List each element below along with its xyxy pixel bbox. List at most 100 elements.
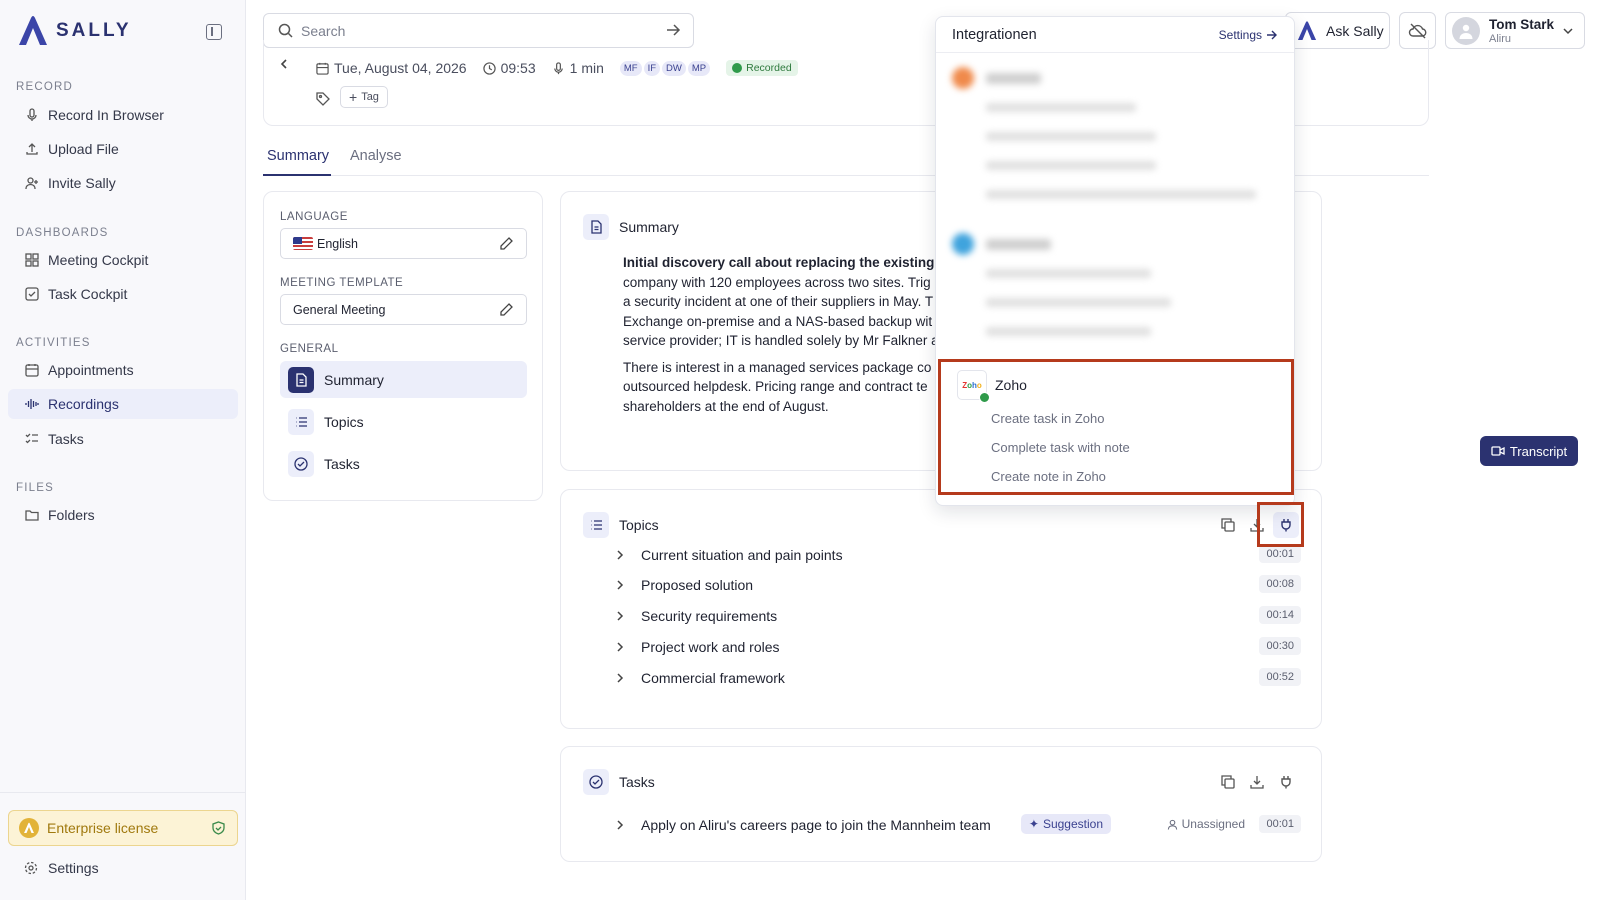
calendar-icon bbox=[316, 62, 329, 75]
meeting-meta: Tue, August 04, 2026 09:53 1 min MF IF D… bbox=[316, 60, 798, 76]
status-text: Recorded bbox=[746, 62, 792, 74]
transcript-button[interactable]: Transcript bbox=[1480, 436, 1578, 466]
sidebar: SALLY RECORD Record In Browser Upload Fi… bbox=[0, 0, 246, 900]
copy-button[interactable] bbox=[1215, 769, 1241, 795]
section-item-tasks[interactable]: Tasks bbox=[280, 445, 527, 482]
tab-analyse[interactable]: Analyse bbox=[350, 148, 402, 164]
timestamp-badge[interactable]: 00:14 bbox=[1259, 606, 1301, 624]
suggestion-badge[interactable]: ✦ Suggestion bbox=[1020, 814, 1111, 834]
app-logo[interactable]: SALLY bbox=[16, 14, 132, 48]
add-tag-button[interactable]: + Tag bbox=[340, 86, 388, 108]
integrations-settings-link[interactable]: Settings bbox=[1219, 28, 1278, 42]
participant-chip[interactable]: MF bbox=[619, 60, 642, 76]
template-select[interactable]: General Meeting bbox=[280, 294, 527, 325]
copy-icon bbox=[1221, 775, 1235, 789]
template-value: General Meeting bbox=[293, 302, 386, 317]
plug-button-highlight bbox=[1257, 502, 1304, 547]
timestamp-badge[interactable]: 00:01 bbox=[1259, 815, 1301, 833]
summary-line: shareholders at the end of August. bbox=[623, 398, 829, 414]
zoho-action-create-note[interactable]: Create note in Zoho bbox=[991, 469, 1106, 484]
sidebar-item-upload-file[interactable]: Upload File bbox=[8, 134, 238, 164]
ask-sally-label: Ask Sally bbox=[1326, 22, 1384, 39]
topic-row[interactable]: Project work and roles 00:30 bbox=[615, 635, 1301, 659]
sidebar-item-appointments[interactable]: Appointments bbox=[8, 355, 238, 385]
language-label: LANGUAGE bbox=[280, 211, 348, 223]
chevron-right-icon bbox=[615, 611, 629, 621]
tab-summary[interactable]: Summary bbox=[267, 148, 329, 164]
chevron-right-icon bbox=[615, 642, 629, 652]
language-select[interactable]: English bbox=[280, 228, 527, 259]
participant-chip[interactable]: MP bbox=[687, 60, 711, 76]
pencil-icon[interactable] bbox=[499, 236, 514, 251]
download-icon bbox=[1250, 776, 1264, 789]
search-input[interactable] bbox=[301, 22, 651, 39]
sidebar-item-invite-sally[interactable]: Invite Sally bbox=[8, 168, 238, 198]
task-row[interactable]: Apply on Aliru's careers page to join th… bbox=[615, 813, 1301, 837]
search-icon bbox=[278, 23, 293, 38]
integrations-title: Integrationen bbox=[952, 26, 1037, 43]
sidebar-item-meeting-cockpit[interactable]: Meeting Cockpit bbox=[8, 245, 238, 275]
topic-row[interactable]: Commercial framework 00:52 bbox=[615, 666, 1301, 690]
back-chevron-icon[interactable] bbox=[278, 58, 290, 70]
download-button[interactable] bbox=[1244, 769, 1270, 795]
summary-line: Initial discovery call about replacing t… bbox=[623, 255, 943, 270]
chevron-right-icon bbox=[615, 820, 629, 830]
enterprise-license-badge[interactable]: Enterprise license bbox=[8, 810, 238, 846]
section-item-topics[interactable]: Topics bbox=[280, 403, 527, 440]
app-name: SALLY bbox=[56, 20, 132, 41]
assignee[interactable]: Unassigned bbox=[1167, 817, 1245, 831]
timestamp-badge[interactable]: 00:08 bbox=[1259, 575, 1301, 593]
timestamp-badge[interactable]: 00:52 bbox=[1259, 668, 1301, 686]
section-item-summary[interactable]: Summary bbox=[280, 361, 527, 398]
microphone-icon bbox=[553, 61, 563, 74]
folder-icon bbox=[24, 507, 40, 523]
sidebar-item-folders[interactable]: Folders bbox=[8, 500, 238, 530]
participant-chip[interactable]: DW bbox=[662, 60, 686, 76]
transcript-label: Transcript bbox=[1509, 443, 1568, 459]
arrow-right-icon[interactable] bbox=[665, 22, 681, 38]
topic-label: Commercial framework bbox=[641, 670, 785, 686]
summary-card-title: Summary bbox=[619, 219, 679, 235]
chevron-down-icon bbox=[1563, 28, 1573, 35]
document-icon bbox=[583, 214, 609, 240]
calendar-icon bbox=[24, 362, 40, 378]
timestamp-badge[interactable]: 00:01 bbox=[1259, 545, 1301, 563]
participant-chip[interactable]: IF bbox=[643, 60, 661, 76]
sidebar-item-record-in-browser[interactable]: Record In Browser bbox=[8, 100, 238, 130]
copy-button[interactable] bbox=[1215, 512, 1241, 538]
meeting-duration-text: 1 min bbox=[569, 60, 604, 76]
list-check-icon bbox=[24, 431, 40, 447]
zoho-action-create-task[interactable]: Create task in Zoho bbox=[991, 411, 1104, 426]
topic-row[interactable]: Current situation and pain points 00:01 bbox=[615, 543, 1301, 567]
sidebar-item-label: Tasks bbox=[48, 431, 84, 447]
sidebar-item-settings[interactable]: Settings bbox=[8, 853, 238, 883]
arrow-right-icon bbox=[1267, 30, 1277, 40]
meeting-duration: 1 min bbox=[552, 60, 604, 76]
user-menu[interactable]: Tom Stark Aliru bbox=[1445, 12, 1585, 49]
video-icon bbox=[1491, 446, 1505, 456]
sparkle-icon: ✦ bbox=[1028, 817, 1039, 831]
collapse-sidebar-icon[interactable] bbox=[206, 24, 222, 40]
sidebar-item-recordings[interactable]: Recordings bbox=[8, 389, 238, 419]
pencil-icon[interactable] bbox=[499, 302, 514, 317]
sidebar-item-label: Task Cockpit bbox=[48, 286, 128, 302]
topic-label: Security requirements bbox=[641, 608, 778, 624]
section-item-label: Summary bbox=[324, 371, 384, 388]
participant-chips: MF IF DW MP bbox=[619, 60, 712, 76]
section-label-dashboards: DASHBOARDS bbox=[16, 227, 109, 239]
shield-check-icon bbox=[212, 821, 225, 835]
zoho-action-complete-task[interactable]: Complete task with note bbox=[991, 440, 1130, 455]
topic-row[interactable]: Proposed solution 00:08 bbox=[615, 573, 1301, 597]
meeting-date-text: Tue, August 04, 2026 bbox=[334, 60, 467, 76]
topic-label: Proposed solution bbox=[641, 577, 754, 593]
integrations-plug-button[interactable] bbox=[1273, 769, 1299, 795]
timestamp-badge[interactable]: 00:30 bbox=[1259, 637, 1301, 655]
topic-label: Project work and roles bbox=[641, 639, 780, 655]
user-name: Tom Stark bbox=[1489, 16, 1555, 32]
user-icon bbox=[1167, 819, 1177, 830]
list-icon bbox=[288, 408, 314, 435]
sidebar-item-tasks[interactable]: Tasks bbox=[8, 424, 238, 454]
sidebar-item-task-cockpit[interactable]: Task Cockpit bbox=[8, 279, 238, 309]
blurred-logo-icon bbox=[952, 67, 974, 89]
topic-row[interactable]: Security requirements 00:14 bbox=[615, 604, 1301, 628]
